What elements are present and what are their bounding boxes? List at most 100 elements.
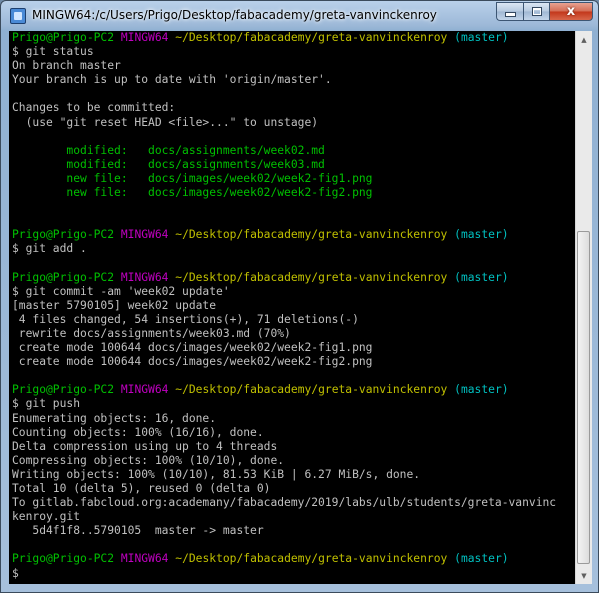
line-text: Compressing objects: 100% (10/10), done. bbox=[12, 453, 285, 467]
output-line: create mode 100644 docs/images/week02/we… bbox=[12, 355, 575, 369]
line-text: $ git commit -am 'week02 update' bbox=[12, 284, 230, 298]
line-text: Changes to be committed: bbox=[12, 101, 176, 115]
output-line: 5d4f1f8..5790105 master -> master bbox=[12, 524, 575, 538]
output-line: Enumerating objects: 16, done. bbox=[12, 412, 575, 426]
maximize-button[interactable] bbox=[523, 2, 549, 21]
output-line: kenroy.git bbox=[12, 510, 575, 524]
line-text: kenroy.git bbox=[12, 510, 81, 524]
line-text: Total 10 (delta 5), reused 0 (delta 0) bbox=[12, 482, 271, 495]
output-line: Compressing objects: 100% (10/10), done. bbox=[12, 454, 575, 468]
minimize-icon bbox=[504, 12, 516, 17]
prompt-shell: MINGW64 bbox=[120, 31, 169, 44]
output-line: [master 5790105] week02 update bbox=[12, 299, 575, 313]
line-text: Your branch is up to date with 'origin/m… bbox=[12, 73, 332, 87]
line-text: new file: docs/images/week02/week2-fig1.… bbox=[12, 171, 373, 185]
prompt-branch: (master) bbox=[454, 228, 509, 242]
output-line: Writing objects: 100% (10/10), 81.53 KiB… bbox=[12, 468, 575, 482]
staged-file-line: modified: docs/assignments/week02.md bbox=[12, 144, 575, 158]
prompt-shell: MINGW64 bbox=[120, 552, 169, 566]
terminal-window: MINGW64:/c/Users/Prigo/Desktop/fabacadem… bbox=[0, 0, 599, 593]
prompt-line: Prigo@Prigo-PC2 MINGW64 ~/Desktop/fabaca… bbox=[12, 228, 575, 242]
prompt-user-host: Prigo@Prigo-PC2 bbox=[12, 270, 115, 284]
line-text: 5d4f1f8..5790105 master -> master bbox=[12, 524, 264, 538]
output-line: On branch master bbox=[12, 59, 575, 73]
line-text: modified: docs/assignments/week03.md bbox=[12, 157, 325, 171]
line-text: $ git add . bbox=[12, 242, 87, 256]
line-text: $ git push bbox=[12, 397, 81, 411]
staged-file-line: new file: docs/images/week02/week2-fig1.… bbox=[12, 172, 575, 186]
prompt-branch: (master) bbox=[454, 552, 509, 566]
line-text: modified: docs/assignments/week02.md bbox=[12, 143, 325, 157]
scroll-up-arrow-icon[interactable]: ▲ bbox=[576, 31, 592, 48]
line-text: $ bbox=[12, 566, 19, 580]
output-line: create mode 100644 docs/images/week02/we… bbox=[12, 341, 575, 355]
command-line: $ git push bbox=[12, 397, 575, 411]
window-controls: x bbox=[496, 2, 593, 22]
output-line: 4 files changed, 54 insertions(+), 71 de… bbox=[12, 313, 575, 327]
prompt-user-host: Prigo@Prigo-PC2 bbox=[12, 228, 115, 242]
line-text: (use "git reset HEAD <file>..." to unsta… bbox=[12, 115, 319, 129]
prompt-branch: (master) bbox=[454, 270, 509, 284]
mingw-app-icon[interactable] bbox=[10, 8, 26, 24]
terminal-lines: Prigo@Prigo-PC2 MINGW64 ~/Desktop/fabaca… bbox=[9, 31, 575, 581]
prompt-path: ~/Desktop/fabacademy/greta-vanvinckenroy bbox=[175, 228, 448, 242]
scrollbar-thumb[interactable] bbox=[577, 231, 590, 564]
prompt-path: ~/Desktop/fabacademy/greta-vanvinckenroy bbox=[175, 383, 448, 397]
line-text: create mode 100644 docs/images/week02/we… bbox=[12, 355, 373, 369]
output-line: To gitlab.fabcloud.org:academany/fabacad… bbox=[12, 496, 575, 510]
command-line: $ git add . bbox=[12, 242, 575, 256]
command-line: $ git status bbox=[12, 45, 575, 59]
line-text: create mode 100644 docs/images/week02/we… bbox=[12, 341, 373, 355]
staged-file-line: modified: docs/assignments/week03.md bbox=[12, 158, 575, 172]
vertical-scrollbar[interactable]: ▲ ▼ bbox=[575, 31, 592, 584]
output-line: Your branch is up to date with 'origin/m… bbox=[12, 73, 575, 87]
prompt-branch: (master) bbox=[454, 31, 509, 44]
output-line: rewrite docs/assignments/week03.md (70%) bbox=[12, 327, 575, 341]
prompt-user-host: Prigo@Prigo-PC2 bbox=[12, 552, 115, 566]
line-text: Delta compression using up to 4 threads bbox=[12, 439, 278, 453]
close-button[interactable]: x bbox=[549, 2, 593, 21]
terminal-output[interactable]: Prigo@Prigo-PC2 MINGW64 ~/Desktop/fabaca… bbox=[9, 31, 575, 584]
prompt-path: ~/Desktop/fabacademy/greta-vanvinckenroy bbox=[175, 552, 448, 566]
line-text: Writing objects: 100% (10/10), 81.53 KiB… bbox=[12, 467, 421, 481]
prompt-line: Prigo@Prigo-PC2 MINGW64 ~/Desktop/fabaca… bbox=[12, 552, 575, 566]
title-bar[interactable]: MINGW64:/c/Users/Prigo/Desktop/fabacadem… bbox=[1, 1, 598, 31]
line-text: rewrite docs/assignments/week03.md (70%) bbox=[12, 326, 291, 340]
prompt-line: Prigo@Prigo-PC2 MINGW64 ~/Desktop/fabaca… bbox=[12, 31, 575, 45]
line-text: $ git status bbox=[12, 45, 94, 59]
line-text: [master 5790105] week02 update bbox=[12, 298, 217, 312]
prompt-user-host: Prigo@Prigo-PC2 bbox=[12, 383, 115, 397]
scroll-down-arrow-icon[interactable]: ▼ bbox=[576, 567, 592, 584]
line-text: To gitlab.fabcloud.org:academany/fabacad… bbox=[12, 496, 557, 510]
prompt-line: Prigo@Prigo-PC2 MINGW64 ~/Desktop/fabaca… bbox=[12, 271, 575, 285]
close-icon: x bbox=[566, 4, 576, 19]
command-line: $ git commit -am 'week02 update' bbox=[12, 285, 575, 299]
line-text: Counting objects: 100% (16/16), done. bbox=[12, 425, 264, 439]
window-title: MINGW64:/c/Users/Prigo/Desktop/fabacadem… bbox=[32, 8, 437, 22]
minimize-button[interactable] bbox=[496, 2, 523, 21]
line-text: Enumerating objects: 16, done. bbox=[12, 411, 217, 425]
prompt-shell: MINGW64 bbox=[120, 228, 169, 242]
line-text: new file: docs/images/week02/week2-fig2.… bbox=[12, 186, 373, 200]
output-line: Total 10 (delta 5), reused 0 (delta 0) bbox=[12, 482, 575, 496]
output-line: Counting objects: 100% (16/16), done. bbox=[12, 426, 575, 440]
prompt-path: ~/Desktop/fabacademy/greta-vanvinckenroy bbox=[175, 31, 448, 44]
prompt-shell: MINGW64 bbox=[120, 270, 169, 284]
prompt-path: ~/Desktop/fabacademy/greta-vanvinckenroy bbox=[175, 270, 448, 284]
staged-file-line: new file: docs/images/week02/week2-fig2.… bbox=[12, 186, 575, 200]
line-text: 4 files changed, 54 insertions(+), 71 de… bbox=[12, 312, 359, 326]
prompt-line: Prigo@Prigo-PC2 MINGW64 ~/Desktop/fabaca… bbox=[12, 383, 575, 397]
maximize-icon bbox=[531, 7, 542, 16]
prompt-branch: (master) bbox=[454, 383, 509, 397]
line-text: On branch master bbox=[12, 59, 121, 73]
